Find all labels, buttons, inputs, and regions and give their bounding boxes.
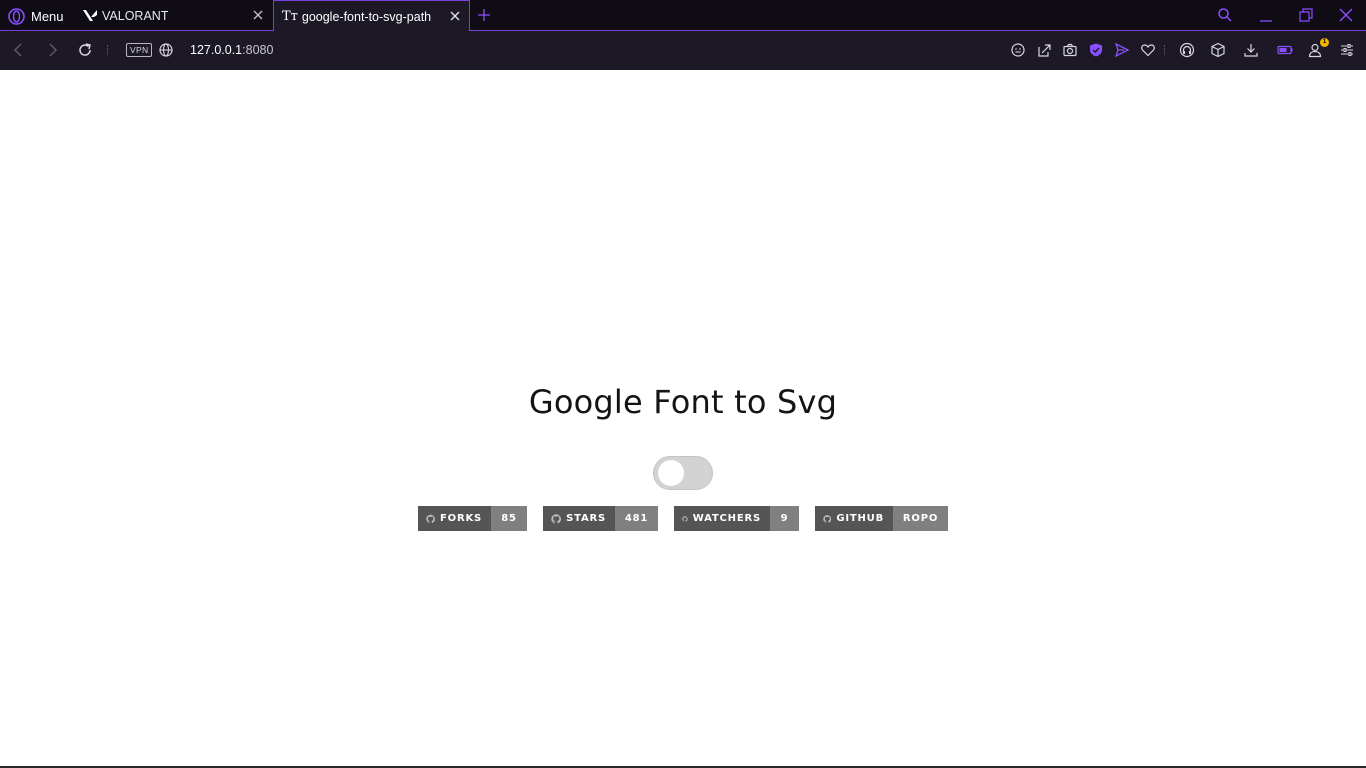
reload-icon[interactable] bbox=[77, 42, 93, 58]
address-bar: VPN 127.0.0.1:8080 1 bbox=[0, 31, 1366, 70]
heart-icon[interactable] bbox=[1140, 42, 1156, 58]
divider bbox=[1164, 45, 1165, 55]
back-icon[interactable] bbox=[11, 42, 27, 58]
badge-count: ROPO bbox=[893, 506, 948, 531]
emoji-icon[interactable] bbox=[1010, 42, 1026, 58]
badge-count: 481 bbox=[615, 506, 658, 531]
forward-icon[interactable] bbox=[44, 42, 60, 58]
close-tab-icon[interactable] bbox=[252, 9, 264, 21]
restore-icon[interactable] bbox=[1298, 7, 1314, 23]
headset-icon[interactable] bbox=[1179, 42, 1195, 58]
url-host: 127.0.0.1 bbox=[190, 43, 243, 57]
battery-icon[interactable] bbox=[1277, 42, 1293, 58]
badge-label: GITHUB bbox=[815, 506, 893, 531]
cube-icon[interactable] bbox=[1210, 42, 1226, 58]
menu-label: Menu bbox=[31, 8, 64, 24]
badge-label: STARS bbox=[543, 506, 615, 531]
badge-label-text: WATCHERS bbox=[692, 513, 761, 524]
close-window-icon[interactable] bbox=[1338, 7, 1354, 23]
search-tabs-icon[interactable] bbox=[1217, 7, 1233, 23]
github-repo-badge[interactable]: GITHUB ROPO bbox=[815, 506, 948, 531]
stars-badge[interactable]: STARS 481 bbox=[543, 506, 658, 531]
badge-label-text: FORKS bbox=[440, 513, 482, 524]
tab-google-font-to-svg-path[interactable]: Tт google-font-to-svg-path bbox=[273, 0, 470, 32]
badge-label: FORKS bbox=[418, 506, 491, 531]
tab-strip: Menu VALORANT Tт google-font-to-svg-path bbox=[0, 0, 1366, 32]
valorant-logo-icon bbox=[83, 9, 97, 21]
tab-title: VALORANT bbox=[102, 8, 169, 23]
url-field[interactable]: 127.0.0.1:8080 bbox=[190, 43, 273, 57]
theme-toggle-switch[interactable] bbox=[653, 456, 713, 490]
tab-valorant[interactable]: VALORANT bbox=[76, 0, 272, 31]
close-tab-icon[interactable] bbox=[449, 10, 461, 22]
toggle-knob bbox=[658, 460, 684, 486]
download-icon[interactable] bbox=[1243, 42, 1259, 58]
github-icon bbox=[682, 515, 688, 522]
globe-icon[interactable] bbox=[158, 42, 174, 58]
github-icon bbox=[551, 513, 562, 523]
tab-title: google-font-to-svg-path bbox=[301, 9, 432, 24]
opera-logo-icon bbox=[8, 7, 25, 25]
badge-count: 85 bbox=[491, 506, 527, 531]
badge-count: 9 bbox=[770, 506, 799, 531]
forks-badge[interactable]: FORKS 85 bbox=[418, 506, 527, 531]
opera-menu-button[interactable]: Menu bbox=[8, 7, 64, 25]
camera-icon[interactable] bbox=[1062, 42, 1078, 58]
vpn-badge[interactable]: VPN bbox=[126, 43, 153, 57]
shield-icon[interactable] bbox=[1088, 42, 1104, 58]
page-title: Google Font to Svg bbox=[528, 383, 838, 421]
send-icon[interactable] bbox=[1114, 42, 1130, 58]
minimize-icon[interactable] bbox=[1258, 7, 1274, 23]
new-tab-plus-icon[interactable] bbox=[476, 7, 492, 23]
favicon-text: Tт bbox=[282, 9, 298, 24]
github-icon bbox=[823, 514, 832, 523]
url-port: :8080 bbox=[242, 43, 274, 57]
settings-sliders-icon[interactable] bbox=[1339, 42, 1355, 58]
divider bbox=[107, 45, 108, 55]
badge-label-text: STARS bbox=[566, 513, 606, 524]
notification-badge: 1 bbox=[1320, 38, 1329, 47]
watchers-badge[interactable]: WATCHERS 9 bbox=[674, 506, 799, 531]
github-icon bbox=[426, 514, 435, 523]
badge-label-text: GITHUB bbox=[836, 513, 884, 524]
share-icon[interactable] bbox=[1036, 42, 1052, 58]
badge-label: WATCHERS bbox=[674, 506, 770, 531]
